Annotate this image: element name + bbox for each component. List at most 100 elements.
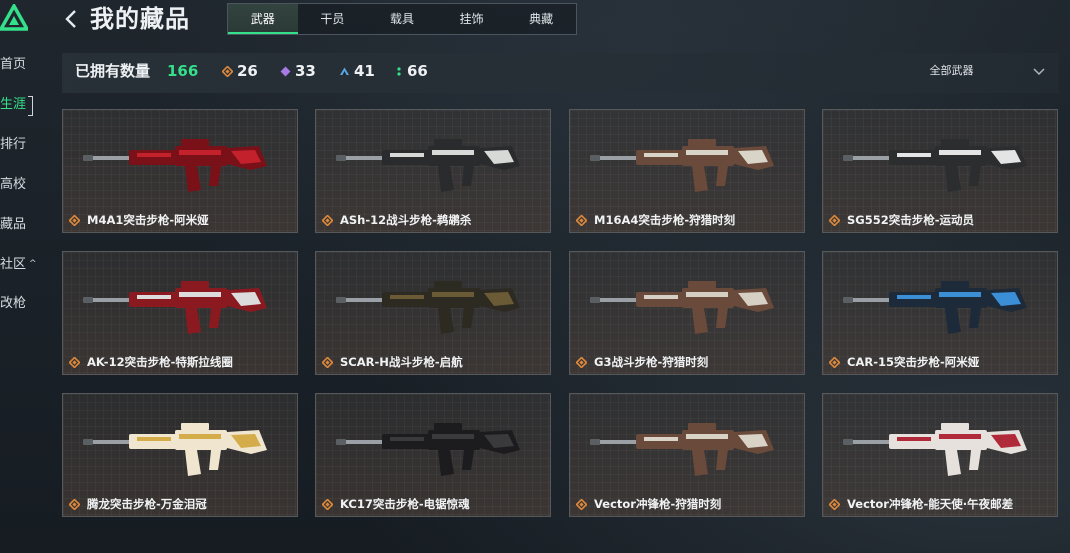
page-title: 我的藏品 — [90, 5, 190, 33]
weapon-card-footer: SCAR-H战斗步枪-启航 — [316, 350, 550, 374]
weapon-name: SG552突击步枪-运动员 — [847, 213, 974, 227]
app-logo-icon[interactable] — [0, 4, 28, 32]
purple-diamond-icon — [280, 66, 291, 77]
owned-stats-bar: 已拥有数量 166 26 33 41 66 全部武器 — [62, 53, 1059, 93]
weapon-image — [83, 423, 267, 476]
chevron-down-icon — [1033, 68, 1045, 76]
weapon-name: AK-12突击步枪-特斯拉线圈 — [87, 355, 233, 369]
purple-count: 33 — [295, 62, 316, 80]
tab-charms[interactable]: 挂饰 — [437, 4, 507, 34]
tab-operators[interactable]: 干员 — [298, 4, 368, 34]
tab-weapons[interactable]: 武器 — [228, 4, 298, 34]
gold-diamond-icon — [829, 356, 840, 368]
gold-diamond-icon — [829, 498, 840, 510]
weapon-name: KC17突击步枪-电锯惊魂 — [340, 497, 470, 511]
weapon-card-footer: CAR-15突击步枪-阿米娅 — [823, 350, 1057, 374]
tab-vehicles[interactable]: 载具 — [367, 4, 437, 34]
green-count: 66 — [407, 62, 428, 80]
chevron-up-icon: ^ — [29, 259, 37, 269]
weapon-card-4[interactable]: SG552突击步枪-运动员 — [822, 109, 1058, 233]
weapon-card-6[interactable]: SCAR-H战斗步枪-启航 — [315, 251, 551, 375]
gold-diamond-icon — [829, 214, 840, 226]
weapon-card-10[interactable]: KC17突击步枪-电锯惊魂 — [315, 393, 551, 517]
blue-rarity-stat: 41 — [339, 53, 375, 89]
owned-count-value: 166 — [167, 62, 199, 80]
weapon-image — [843, 423, 1027, 476]
gold-diamond-icon — [576, 356, 587, 368]
weapon-image — [590, 281, 774, 334]
weapon-image — [843, 139, 1027, 192]
green-rarity-stat: 66 — [395, 53, 428, 89]
sidebar-item-label: 生涯 — [0, 97, 27, 112]
weapon-card-footer: KC17突击步枪-电锯惊魂 — [316, 492, 550, 516]
weapon-card-footer: 腾龙突击步枪-万金泪冠 — [63, 492, 297, 516]
weapon-name: M16A4突击步枪-狩猎时刻 — [594, 213, 736, 227]
weapon-name: SCAR-H战斗步枪-启航 — [340, 355, 463, 369]
purple-rarity-stat: 33 — [280, 53, 316, 89]
sidebar-item-career[interactable]: 生涯 — [0, 94, 34, 116]
weapon-name: Vector冲锋枪-狩猎时刻 — [594, 497, 722, 511]
sidebar-item-label: 首页 — [0, 57, 27, 72]
weapon-image — [843, 281, 1027, 334]
weapon-card-2[interactable]: ASh-12战斗步枪-鹈鹕杀 — [315, 109, 551, 233]
gold-diamond-icon — [221, 65, 234, 78]
sidebar-item-campus[interactable]: 高校 — [0, 174, 26, 196]
weapon-name: G3战斗步枪-狩猎时刻 — [594, 355, 709, 369]
back-arrow-icon[interactable] — [62, 6, 82, 32]
sidebar-item-label: 排行 — [0, 137, 27, 152]
weapon-card-footer: Vector冲锋枪-能天使·午夜邮差 — [823, 492, 1057, 516]
green-dots-icon — [397, 67, 401, 76]
weapon-name: ASh-12战斗步枪-鹈鹕杀 — [340, 213, 472, 227]
weapon-filter-label: 全部武器 — [929, 64, 974, 77]
weapon-filter-dropdown[interactable]: 全部武器 — [930, 53, 1046, 89]
weapon-image — [83, 281, 267, 334]
weapon-name: Vector冲锋枪-能天使·午夜邮差 — [847, 497, 1014, 511]
weapon-card-1[interactable]: M4A1突击步枪-阿米娅 — [62, 109, 298, 233]
weapon-image — [590, 423, 774, 476]
weapon-card-3[interactable]: M16A4突击步枪-狩猎时刻 — [569, 109, 805, 233]
weapon-card-7[interactable]: G3战斗步枪-狩猎时刻 — [569, 251, 805, 375]
weapon-image — [336, 139, 520, 192]
weapon-card-11[interactable]: Vector冲锋枪-狩猎时刻 — [569, 393, 805, 517]
weapon-card-footer: AK-12突击步枪-特斯拉线圈 — [63, 350, 297, 374]
gold-diamond-icon — [576, 498, 587, 510]
gold-rarity-stat: 26 — [221, 53, 258, 89]
gold-diamond-icon — [69, 214, 80, 226]
weapon-name: CAR-15突击步枪-阿米娅 — [847, 355, 980, 369]
gold-diamond-icon — [322, 214, 333, 226]
weapon-card-footer: ASh-12战斗步枪-鹈鹕杀 — [316, 208, 550, 232]
weapon-image — [590, 139, 774, 192]
sidebar-item-label: 改枪 — [0, 296, 27, 311]
weapon-name: M4A1突击步枪-阿米娅 — [87, 213, 209, 227]
weapon-card-footer: M4A1突击步枪-阿米娅 — [63, 208, 297, 232]
tab-collection-series[interactable]: 典藏 — [506, 4, 576, 34]
collection-page: 首页 生涯 排行 高校 藏品 社区 ^ 改枪 我的藏品 武器 干员 载具 挂饰 典… — [0, 0, 1070, 553]
gold-diamond-icon — [576, 214, 587, 226]
weapon-name: 腾龙突击步枪-万金泪冠 — [87, 497, 207, 511]
owned-count-label: 已拥有数量 — [75, 62, 151, 80]
weapon-card-footer: SG552突击步枪-运动员 — [823, 208, 1057, 232]
sidebar-item-collection[interactable]: 藏品 — [0, 214, 26, 236]
blue-count: 41 — [354, 62, 375, 80]
sidebar-item-label: 社区 — [0, 257, 27, 272]
blue-triangle-icon — [340, 67, 349, 75]
weapon-image — [336, 423, 520, 476]
weapon-card-5[interactable]: AK-12突击步枪-特斯拉线圈 — [62, 251, 298, 375]
sidebar-item-community[interactable]: 社区 ^ — [0, 253, 37, 275]
weapon-card-12[interactable]: Vector冲锋枪-能天使·午夜邮差 — [822, 393, 1058, 517]
weapon-image — [83, 139, 267, 192]
weapon-card-8[interactable]: CAR-15突击步枪-阿米娅 — [822, 251, 1058, 375]
gold-diamond-icon — [69, 498, 80, 510]
gold-diamond-icon — [322, 498, 333, 510]
weapon-image — [336, 281, 520, 334]
weapon-card-9[interactable]: 腾龙突击步枪-万金泪冠 — [62, 393, 298, 517]
weapon-card-footer: G3战斗步枪-狩猎时刻 — [570, 350, 804, 374]
category-tabs: 武器 干员 载具 挂饰 典藏 — [227, 3, 577, 35]
sidebar-item-home[interactable]: 首页 — [0, 54, 26, 76]
gold-diamond-icon — [322, 356, 333, 368]
weapon-card-footer: M16A4突击步枪-狩猎时刻 — [570, 208, 804, 232]
sidebar-item-ranking[interactable]: 排行 — [0, 134, 26, 156]
sidebar-item-gunsmith[interactable]: 改枪 — [0, 293, 26, 315]
sidebar-item-label: 高校 — [0, 177, 27, 192]
gold-count: 26 — [237, 62, 258, 80]
